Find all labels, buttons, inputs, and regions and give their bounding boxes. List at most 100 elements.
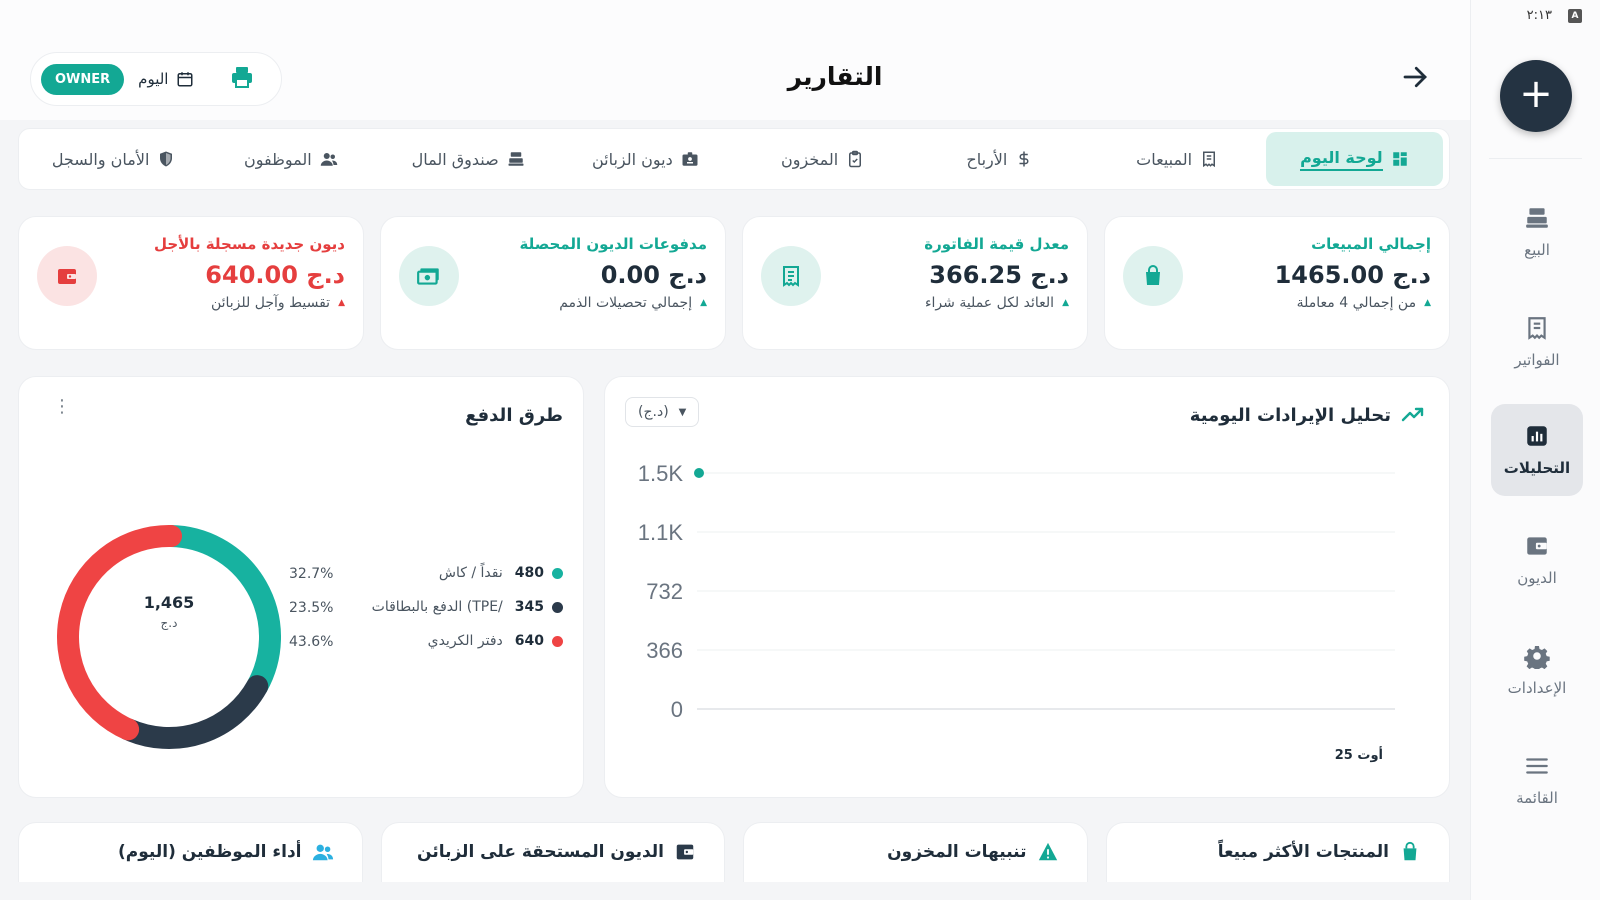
kpi-subtitle-text: تقسيط وآجل للزبائن (210, 295, 331, 311)
trending-up-icon (1401, 407, 1424, 422)
bottom-cards-row: المنتجات الأكثر مبيعاً تنبيهات المخزون ا… (18, 822, 1450, 882)
shopping-bag-icon (1123, 246, 1183, 306)
kpi-subtitle-text: العائد لكل عملية شراء (924, 295, 1055, 311)
dollar-icon (1019, 151, 1029, 167)
add-button[interactable]: + (1500, 60, 1572, 132)
menu-icon (1526, 758, 1548, 774)
tab-cash-box[interactable]: صندوق المال (380, 132, 557, 186)
chevron-down-icon: ▼ (678, 406, 687, 418)
nav-item-debts[interactable]: الديون (1491, 514, 1583, 606)
receipt-icon (1203, 151, 1216, 168)
back-button[interactable] (1400, 62, 1430, 100)
status-time: ٢:١٣ (1526, 8, 1552, 23)
nav-label: البيع (1524, 241, 1550, 259)
kpi-row: إجمالي المبيعات 1465.00 د.ج ▲ من إجمالي 4… (18, 216, 1450, 350)
nav-item-menu[interactable]: القائمة (1491, 734, 1583, 826)
card-title: المنتجات الأكثر مبيعاً (1218, 841, 1421, 863)
wallet-icon (676, 844, 694, 860)
tab-today-dashboard[interactable]: لوحة اليوم (1265, 132, 1443, 186)
data-point[interactable] (694, 468, 704, 478)
tab-label: الموظفون (244, 149, 312, 169)
shopping-bag-icon (1403, 841, 1417, 861)
wallet-icon (1527, 537, 1547, 555)
nav-item-analytics[interactable]: التحليلات (1491, 404, 1583, 496)
card-title: الديون المستحقة على الزبائن (417, 841, 696, 863)
revenue-panel: 0 366 732 1.1K 1.5K 25 أوت تحليل الإيرادات ال… (604, 376, 1450, 798)
card-title: أداء الموظفين (اليوم) (118, 841, 333, 863)
legend-item-cash: 480 نقداً / كاش (439, 565, 563, 581)
kpi-subtitle-text: إجمالي تحصيلات الذمم (559, 295, 693, 311)
currency-select-value: (د.ج) (638, 404, 669, 420)
nav-item-invoices[interactable]: الفواتير (1491, 296, 1583, 388)
donut-total: 1,465 (143, 593, 195, 612)
revenue-line-chart: 0 366 732 1.1K 1.5K 25 أوت (638, 461, 1395, 763)
legend-dot (552, 567, 563, 579)
dashboard-icon (1392, 152, 1407, 166)
users-icon (320, 153, 337, 166)
y-tick-label: 366 (646, 638, 683, 663)
currency-select[interactable]: (د.ج) ▼ (625, 397, 700, 427)
legend-value: 480 (514, 565, 544, 581)
payment-methods-panel: طرق الدفع ⋮ 480 نقداً / كاش 32.7% 345 ال… (18, 376, 584, 798)
card-title-text: أداء الموظفين (اليوم) (118, 842, 302, 862)
caret-up-icon: ▲ (338, 298, 345, 308)
card-title-text: تنبيهات المخزون (887, 842, 1027, 862)
top-products-card: المنتجات الأكثر مبيعاً (1105, 822, 1450, 882)
header: OWNER اليوم التقارير (0, 0, 1470, 120)
donut-slice[interactable] (117, 675, 269, 749)
tab-label: الأمان والسجل (51, 149, 150, 169)
more-options-icon[interactable]: ⋮ (53, 398, 71, 416)
id-card-icon (682, 152, 698, 166)
y-tick-label: 732 (646, 579, 683, 604)
nav-label: الإعدادات (1507, 679, 1567, 697)
payment-methods-title: طرق الدفع (465, 405, 563, 426)
y-tick-label: 1.1K (638, 520, 684, 545)
nav-item-settings[interactable]: الإعدادات (1491, 624, 1583, 716)
legend-item-card: 345 الدفع بالبطاقات (TPE/ (372, 599, 563, 615)
legend-percent: 32.7% (289, 566, 334, 582)
card-title-text: الديون المستحقة على الزبائن (417, 842, 664, 862)
donut-slice[interactable] (57, 525, 183, 741)
x-tick-label: 25 أوت (1335, 746, 1383, 763)
y-tick-label: 1.5K (638, 461, 684, 486)
wallet-icon (37, 246, 97, 306)
status-indicator: A (1568, 8, 1582, 23)
tab-profits[interactable]: الأرباح (911, 132, 1088, 186)
legend-value: 345 (514, 599, 544, 615)
inventory-alerts-card: تنبيهات المخزون (743, 822, 1088, 882)
nav-label: الفواتير (1514, 351, 1560, 369)
caret-up-icon: ▲ (1424, 298, 1431, 308)
analytics-icon (1527, 426, 1547, 446)
clipboard-check-icon (849, 150, 862, 168)
tab-security-log[interactable]: الأمان والسجل (25, 132, 202, 186)
navigation-rail: ٢:١٣ A + البيع الفواتير التحليلات الديون… (1470, 0, 1600, 900)
arrow-right-icon (1403, 66, 1427, 88)
legend-percent: 23.5% (289, 600, 334, 616)
legend-label: نقداً / كاش (438, 565, 503, 581)
warning-icon (1038, 842, 1057, 861)
legend-dot (552, 635, 563, 647)
users-icon (312, 844, 333, 861)
tab-customer-debts[interactable]: ديون الزبائن (557, 132, 734, 186)
status-bar: ٢:١٣ A (1527, 8, 1582, 23)
tab-label: المبيعات (1136, 149, 1193, 169)
tab-employees[interactable]: الموظفون (202, 132, 379, 186)
tab-inventory[interactable]: المخزون (734, 132, 911, 186)
cash-register-icon (1526, 208, 1548, 228)
kpi-new-debts: ديون جديدة مسجلة بالأجل 640.00 د.ج ▲ تقسي… (18, 216, 364, 350)
legend-dot (552, 601, 563, 613)
nav-label: التحليلات (1503, 459, 1571, 477)
customer-debts-card: الديون المستحقة على الزبائن (380, 822, 725, 882)
tab-sales[interactable]: المبيعات (1089, 132, 1266, 186)
nav-label: الديون (1517, 569, 1557, 587)
payment-donut-chart (57, 525, 281, 749)
tab-label: ديون الزبائن (591, 149, 673, 169)
gear-icon (1524, 645, 1550, 669)
shield-icon (160, 151, 173, 167)
invoice-icon (761, 246, 821, 306)
donut-center: 1,465 د.ج (101, 593, 237, 630)
card-title: تنبيهات المخزون (887, 841, 1058, 863)
nav-item-sell[interactable]: البيع (1491, 186, 1583, 278)
main-area: OWNER اليوم التقارير لوحة اليوم المبيعات… (0, 0, 1470, 900)
kpi-subtitle-text: من إجمالي 4 معاملة (1296, 295, 1417, 311)
